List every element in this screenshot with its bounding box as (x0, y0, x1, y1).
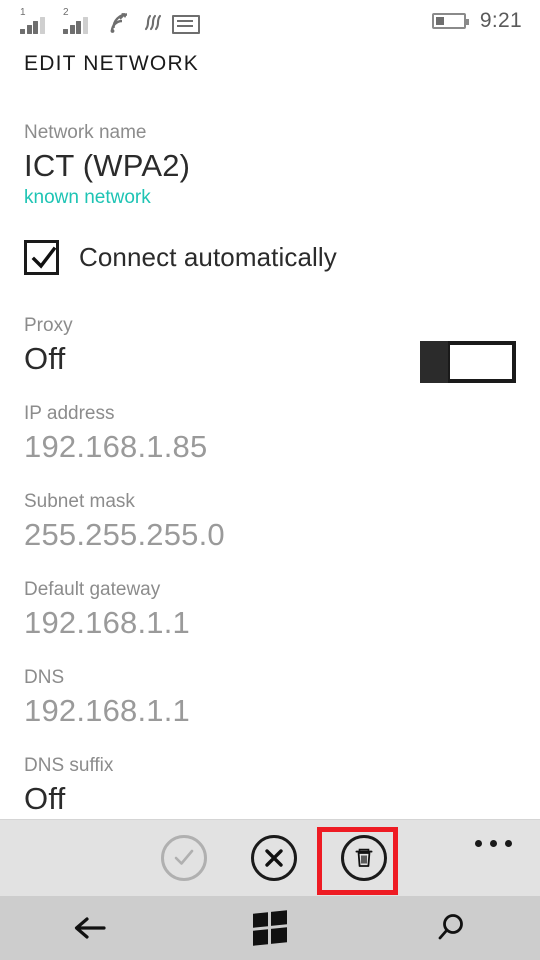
dns-suffix-value: Off (24, 781, 66, 816)
signal-bar (69, 25, 75, 34)
network-name-label: Network name (24, 122, 147, 143)
page-title: EDIT NETWORK (24, 52, 200, 75)
proxy-toggle[interactable] (420, 341, 516, 383)
network-name-field: Network name ICT (WPA2) known network (0, 120, 540, 210)
nav-start-button[interactable] (210, 896, 330, 960)
connect-automatically-label: Connect automatically (79, 242, 337, 272)
network-name-value: ICT (WPA2) (24, 148, 191, 183)
windows-logo-icon (253, 910, 287, 946)
ellipsis-dot (475, 840, 482, 847)
status-bar: 1 2 9:21 (0, 0, 540, 42)
dns-value: 192.168.1.1 (24, 693, 190, 728)
cancel-button[interactable] (251, 835, 297, 881)
app-bar (0, 819, 540, 896)
signal-bar (39, 17, 45, 34)
windows-logo-tile (253, 929, 268, 946)
signal-bar (63, 29, 68, 34)
windows-logo-tile (271, 910, 287, 926)
default-gateway-field: Default gateway 192.168.1.1 (0, 577, 540, 643)
battery-fill (435, 17, 444, 25)
sim-card-icon (172, 15, 200, 34)
subnet-mask-value: 255.255.255.0 (24, 517, 225, 552)
proxy-field[interactable]: Proxy Off (0, 313, 540, 383)
nav-search-button[interactable] (390, 896, 510, 960)
sim1-number-label: 1 (20, 7, 26, 18)
vibrate-icon (141, 12, 163, 34)
windows-logo-tile (253, 912, 268, 928)
accept-button[interactable] (161, 835, 207, 881)
dns-suffix-field: DNS suffix Off (0, 753, 540, 819)
more-options-button[interactable] (469, 834, 518, 853)
close-icon (265, 849, 283, 867)
dns-label: DNS (24, 667, 65, 688)
back-arrow-icon (74, 917, 106, 939)
ellipsis-dot (490, 840, 497, 847)
search-icon (438, 914, 463, 940)
clock-label: 9:21 (479, 9, 522, 32)
nav-back-button[interactable] (30, 896, 150, 960)
signal-strength-sim2-icon: 2 (63, 7, 97, 34)
proxy-label: Proxy (24, 315, 73, 336)
connect-automatically-row[interactable]: Connect automatically (0, 240, 540, 275)
system-navigation-bar (0, 896, 540, 960)
default-gateway-label: Default gateway (24, 579, 161, 600)
network-status-label: known network (24, 187, 151, 208)
subnet-mask-field: Subnet mask 255.255.255.0 (0, 489, 540, 555)
delete-button[interactable] (341, 835, 387, 881)
subnet-mask-label: Subnet mask (24, 491, 135, 512)
ip-address-field: IP address 192.168.1.85 (0, 401, 540, 467)
connect-automatically-checkbox[interactable] (24, 240, 59, 275)
windows-logo-tile (271, 927, 287, 944)
trash-icon (355, 848, 373, 867)
default-gateway-value: 192.168.1.1 (24, 605, 190, 640)
check-icon (174, 849, 194, 865)
wifi-icon (106, 12, 132, 34)
proxy-toggle-track (446, 341, 516, 383)
sim2-number-label: 2 (63, 7, 69, 18)
signal-bar (33, 21, 38, 34)
dns-suffix-label: DNS suffix (24, 755, 114, 776)
ellipsis-dot (505, 840, 512, 847)
dns-field: DNS 192.168.1.1 (0, 665, 540, 731)
settings-content: Network name ICT (WPA2) known network Co… (0, 120, 540, 830)
status-bar-right: 9:21 (431, 9, 522, 33)
signal-bar (26, 25, 32, 34)
signal-bar (20, 29, 25, 34)
signal-bar (82, 17, 88, 34)
app-bar-button-group (0, 820, 540, 896)
status-bar-left-icons: 1 2 (20, 8, 200, 34)
proxy-toggle-thumb (420, 341, 448, 383)
signal-bar (76, 21, 81, 34)
battery-icon (431, 13, 469, 29)
ip-address-label: IP address (24, 403, 115, 424)
signal-strength-sim1-icon: 1 (20, 7, 54, 34)
ip-address-value: 192.168.1.85 (24, 429, 208, 464)
